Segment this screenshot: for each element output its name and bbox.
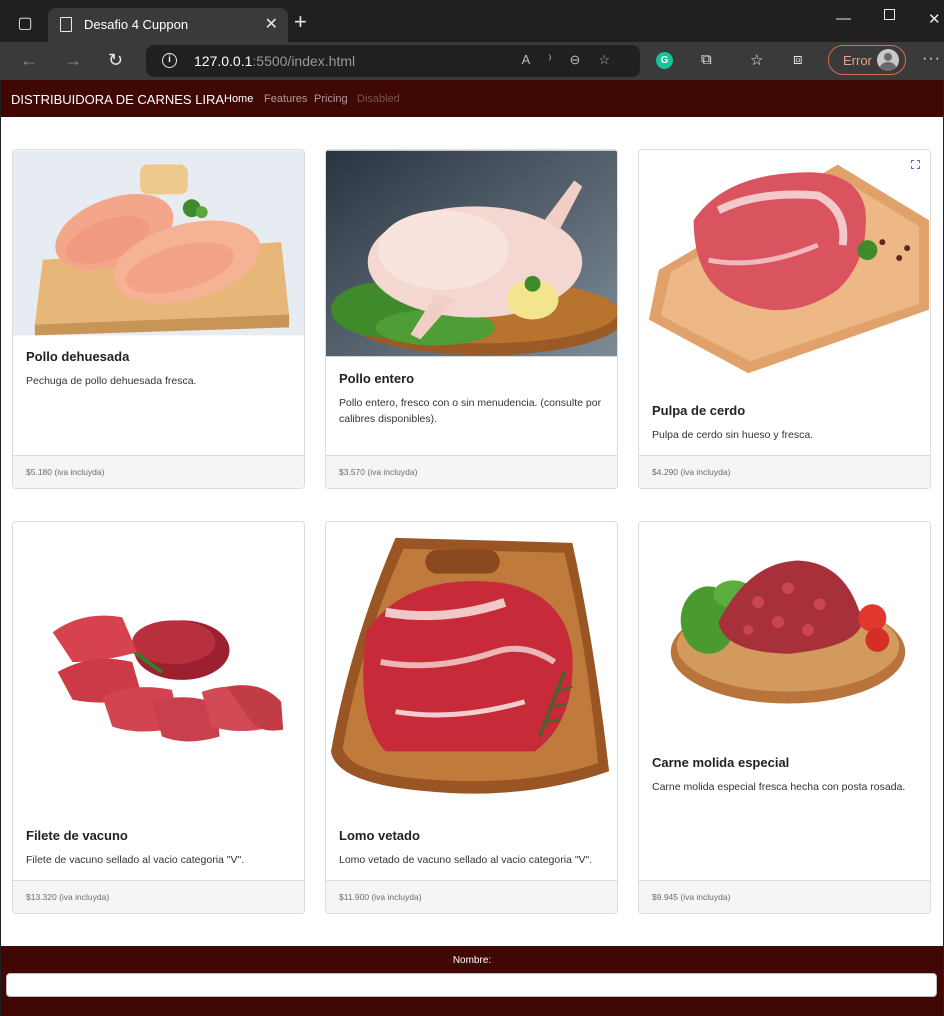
product-card: Carne molida especial Carne molida espec… — [638, 521, 931, 914]
product-card: Pollo entero Pollo entero, fresco con o … — [325, 149, 618, 489]
page-viewport: DISTRIBUIDORA DE CARNES LIRA Home Featur… — [1, 80, 943, 1016]
new-tab-icon[interactable]: + — [294, 11, 307, 33]
forward-icon[interactable]: → — [64, 50, 82, 70]
card-description: Carne molida especial fresca hecha con p… — [652, 781, 906, 793]
beef-fillet-image — [13, 522, 304, 812]
card-title: Filete de vacuno — [26, 828, 128, 843]
card-title: Pollo dehuesada — [26, 349, 130, 364]
url-field[interactable]: i 127.0.0.1:5500/index.html A⁾⊖☆ — [146, 45, 640, 77]
name-label: Nombre: — [452, 955, 492, 966]
address-bar: ← → ↻ i 127.0.0.1:5500/index.html A⁾⊖☆ G… — [0, 42, 944, 80]
browser-tab[interactable]: Desafio 4 Cuppon ✕ — [48, 8, 288, 42]
card-title: Pollo entero — [339, 371, 415, 386]
nav-link-features[interactable]: Features — [264, 93, 307, 105]
product-card: Filete de vacuno Filete de vacuno sellad… — [12, 521, 305, 914]
footer-form: Nombre: — [1, 946, 943, 1016]
card-footer: $11.900 (iva incluyda) — [326, 880, 617, 913]
product-card: Pollo dehuesada Pechuga de pollo dehuesa… — [12, 149, 305, 489]
collections-icon[interactable]: ⧈ — [793, 51, 803, 68]
more-icon[interactable]: ··· — [922, 50, 941, 68]
product-card: Pulpa de cerdo Pulpa de cerdo sin hueso … — [638, 149, 931, 489]
product-card: Lomo vetado Lomo vetado de vacuno sellad… — [325, 521, 618, 914]
name-input[interactable] — [6, 973, 937, 997]
maximize-icon[interactable] — [884, 9, 895, 20]
card-footer: $4.290 (iva incluyda) — [639, 455, 930, 488]
close-window-icon[interactable]: ✕ — [928, 10, 941, 28]
avatar — [877, 49, 899, 71]
card-price: $3.570 (iva incluyda) — [339, 467, 418, 477]
page-icon — [60, 17, 72, 32]
extensions-icon[interactable]: ⧉ — [701, 51, 712, 68]
card-title: Pulpa de cerdo — [652, 403, 746, 418]
card-description: Pechuga de pollo dehuesada fresca. — [26, 375, 197, 387]
chicken-breast-image — [13, 150, 304, 336]
info-icon[interactable]: i — [162, 53, 177, 68]
favorites-icon[interactable]: ☆ — [750, 51, 763, 69]
reload-icon[interactable]: ↻ — [108, 50, 123, 70]
card-price: $4.290 (iva incluyda) — [652, 467, 731, 477]
close-tab-icon[interactable]: ✕ — [265, 14, 278, 34]
visual-search-icon[interactable] — [911, 160, 920, 169]
card-footer: $13.320 (iva incluyda) — [13, 880, 304, 913]
card-footer: $9.945 (iva incluyda) — [639, 880, 930, 913]
whole-chicken-image — [326, 150, 617, 357]
card-footer: $5.180 (iva incluyda) — [13, 455, 304, 488]
card-price: $13.320 (iva incluyda) — [26, 892, 110, 902]
nav-link-pricing[interactable]: Pricing — [314, 93, 348, 105]
minimize-icon[interactable]: — — [836, 10, 851, 27]
card-description: Pulpa de cerdo sin hueso y fresca. — [652, 429, 814, 441]
ground-beef-image — [639, 522, 930, 742]
card-description: Filete de vacuno sellado al vacio catego… — [26, 854, 245, 866]
browser-tab-bar: ▢ Desafio 4 Cuppon ✕ + — ✕ — [0, 0, 944, 42]
card-footer: $3.570 (iva incluyda) — [326, 455, 617, 488]
nav-link-disabled: Disabled — [357, 93, 400, 105]
url-host: 127.0.0.1 — [194, 53, 253, 69]
pork-shoulder-image — [639, 150, 930, 376]
card-description: Lomo vetado de vacuno sellado al vacio c… — [339, 854, 593, 866]
back-icon[interactable]: ← — [20, 50, 38, 70]
tab-title: Desafio 4 Cuppon — [84, 17, 189, 32]
url-path: :5500/index.html — [252, 53, 356, 69]
sidebar-toggle-icon[interactable]: ▢ — [10, 12, 40, 36]
navbar-brand[interactable]: DISTRIBUIDORA DE CARNES LIRA — [11, 92, 224, 107]
url-action-icons[interactable]: A⁾⊖☆ — [522, 52, 628, 68]
url-text: 127.0.0.1:5500/index.html — [194, 53, 355, 69]
card-price: $11.900 (iva incluyda) — [339, 892, 422, 902]
grammarly-icon[interactable]: G — [656, 52, 673, 69]
card-title: Lomo vetado — [339, 828, 420, 843]
card-description: Pollo entero, fresco con o sin menudenci… — [339, 397, 602, 425]
ribeye-image — [326, 522, 617, 802]
profile-button[interactable]: Error — [828, 45, 906, 75]
profile-status: Error — [843, 53, 872, 68]
site-navbar: DISTRIBUIDORA DE CARNES LIRA Home Featur… — [1, 80, 943, 117]
card-price: $5.180 (iva incluyda) — [26, 467, 105, 477]
card-price: $9.945 (iva incluyda) — [652, 892, 731, 902]
nav-link-home[interactable]: Home — [224, 93, 253, 105]
card-title: Carne molida especial — [652, 755, 790, 770]
